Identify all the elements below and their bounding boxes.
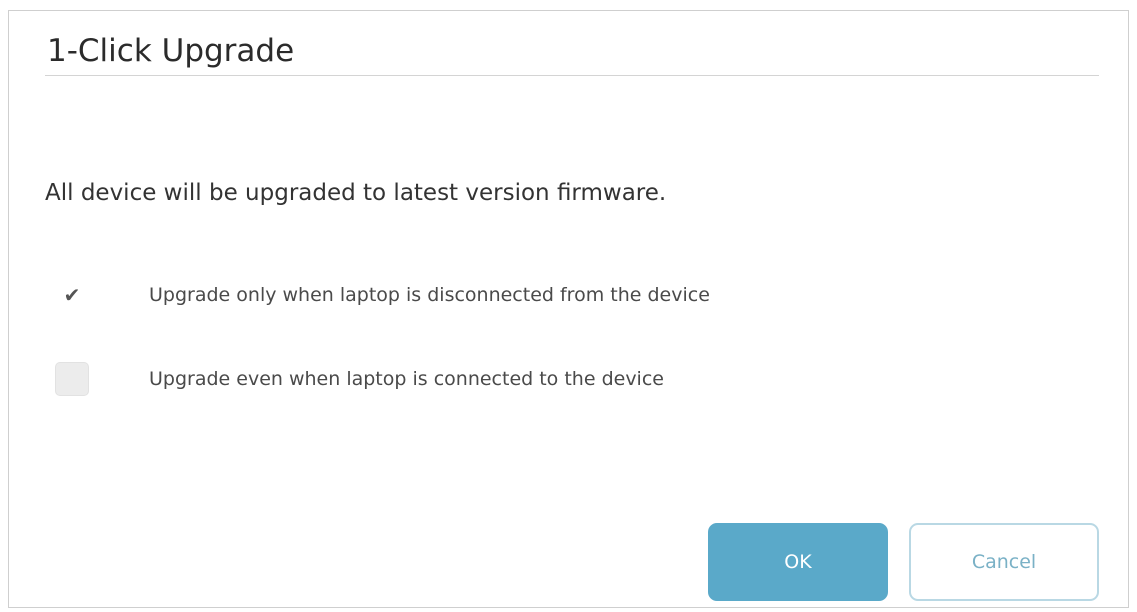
option-upgrade-when-connected[interactable]: Upgrade even when laptop is connected to… bbox=[55, 361, 664, 397]
option-label-disconnected: Upgrade only when laptop is disconnected… bbox=[149, 284, 710, 306]
checkmark-icon[interactable]: ✔ bbox=[55, 278, 89, 312]
upgrade-dialog: 1-Click Upgrade All device will be upgra… bbox=[8, 10, 1129, 608]
option-label-connected: Upgrade even when laptop is connected to… bbox=[149, 368, 664, 390]
dialog-title: 1-Click Upgrade bbox=[47, 33, 295, 69]
cancel-button[interactable]: Cancel bbox=[909, 523, 1099, 601]
title-divider bbox=[45, 75, 1099, 76]
option-upgrade-when-disconnected[interactable]: ✔ Upgrade only when laptop is disconnect… bbox=[55, 277, 710, 313]
ok-button[interactable]: OK bbox=[708, 523, 888, 601]
checkbox-unchecked[interactable] bbox=[55, 362, 89, 396]
dialog-message: All device will be upgraded to latest ve… bbox=[45, 180, 667, 206]
